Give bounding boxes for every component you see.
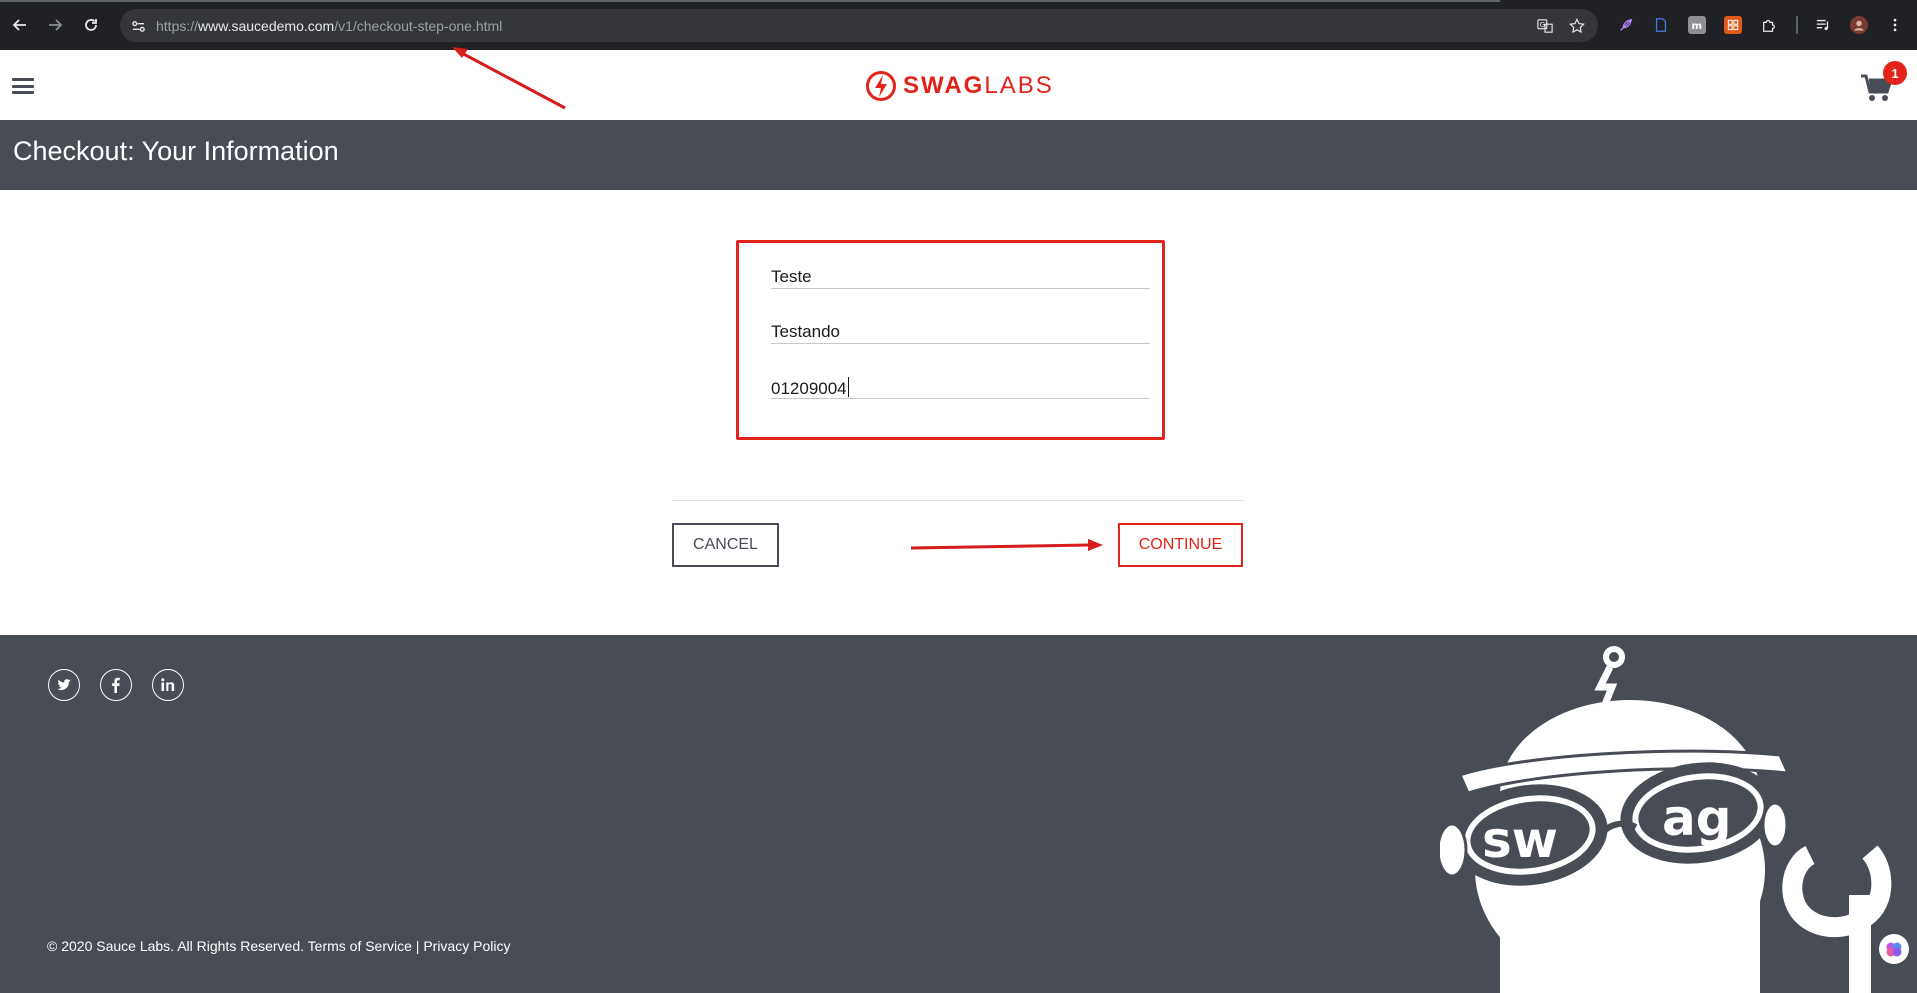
footer-copyright: © 2020 Sauce Labs. All Rights Reserved. … [47, 938, 511, 954]
site-info-icon[interactable] [128, 16, 148, 36]
cart-count-badge: 1 [1883, 61, 1907, 85]
page-load-progress [0, 0, 1500, 2]
linkedin-icon[interactable] [152, 669, 184, 701]
more-menu-icon[interactable] [1886, 16, 1904, 34]
postal-code-value: 01209004 [771, 377, 849, 399]
back-arrow-icon[interactable] [8, 13, 32, 37]
bookmark-star-icon[interactable] [1568, 17, 1586, 35]
url-scheme: https:// [156, 18, 199, 34]
url-path: /v1/checkout-step-one.html [334, 18, 503, 34]
twitter-icon[interactable] [48, 669, 80, 701]
document-extension-icon[interactable] [1652, 16, 1670, 34]
last-name-field[interactable]: Testando [771, 304, 1150, 344]
first-name-value: Teste [771, 267, 812, 286]
form-divider [672, 500, 1243, 501]
swag-labs-logo: SWAGLABS [866, 70, 1054, 102]
svg-text:G: G [1540, 20, 1546, 29]
facebook-icon[interactable] [100, 669, 132, 701]
url-host: www.saucedemo.com [198, 18, 335, 34]
logo-text-bold: SWAG [903, 72, 985, 99]
postal-code-text: 01209004 [771, 379, 847, 398]
forward-arrow-icon[interactable] [43, 13, 67, 37]
svg-text:ag: ag [1662, 789, 1732, 847]
logo-text: SWAGLABS [903, 72, 1054, 100]
toolbar-separator [1796, 16, 1798, 34]
continue-button[interactable]: CONTINUE [1118, 523, 1243, 567]
translate-icon[interactable]: G [1536, 17, 1554, 35]
checkout-info-form: Teste Testando 01209004 [736, 240, 1165, 440]
address-bar[interactable]: https://www.saucedemo.com/v1/checkout-st… [120, 9, 1598, 42]
lightning-bolt-icon [866, 71, 896, 101]
svg-text:sw: sw [1482, 811, 1558, 869]
cancel-button[interactable]: CANCEL [672, 523, 779, 567]
m-extension-icon[interactable]: m [1688, 16, 1706, 34]
address-url: https://www.saucedemo.com/v1/checkout-st… [156, 18, 502, 34]
page-title: Checkout: Your Information [13, 136, 339, 166]
media-queue-icon[interactable] [1814, 16, 1832, 34]
text-caret [847, 377, 849, 397]
postal-code-field[interactable]: 01209004 [771, 359, 1150, 399]
browser-toolbar: https://www.saucedemo.com/v1/checkout-st… [0, 0, 1917, 50]
feather-extension-icon[interactable] [1617, 16, 1635, 34]
hamburger-menu-icon[interactable] [12, 78, 34, 94]
last-name-value: Testando [771, 322, 840, 341]
brain-extension-icon[interactable] [1879, 934, 1909, 964]
logo-text-light: LABS [984, 72, 1054, 99]
reload-icon[interactable] [79, 13, 103, 37]
app-header: SWAGLABS [0, 50, 1917, 120]
first-name-field[interactable]: Teste [771, 249, 1150, 289]
grid-extension-icon[interactable] [1724, 16, 1742, 34]
svg-text:m: m [1692, 21, 1703, 32]
annotation-arrow-continue [910, 539, 1103, 551]
swag-bot-mascot: sw ag [1440, 646, 1892, 993]
extensions-puzzle-icon[interactable] [1760, 16, 1778, 34]
profile-avatar-icon[interactable] [1850, 16, 1868, 34]
subheader: Checkout: Your Information [0, 120, 1917, 190]
footer: sw ag © 2020 Sauce Labs. All Rights Rese… [0, 635, 1917, 993]
